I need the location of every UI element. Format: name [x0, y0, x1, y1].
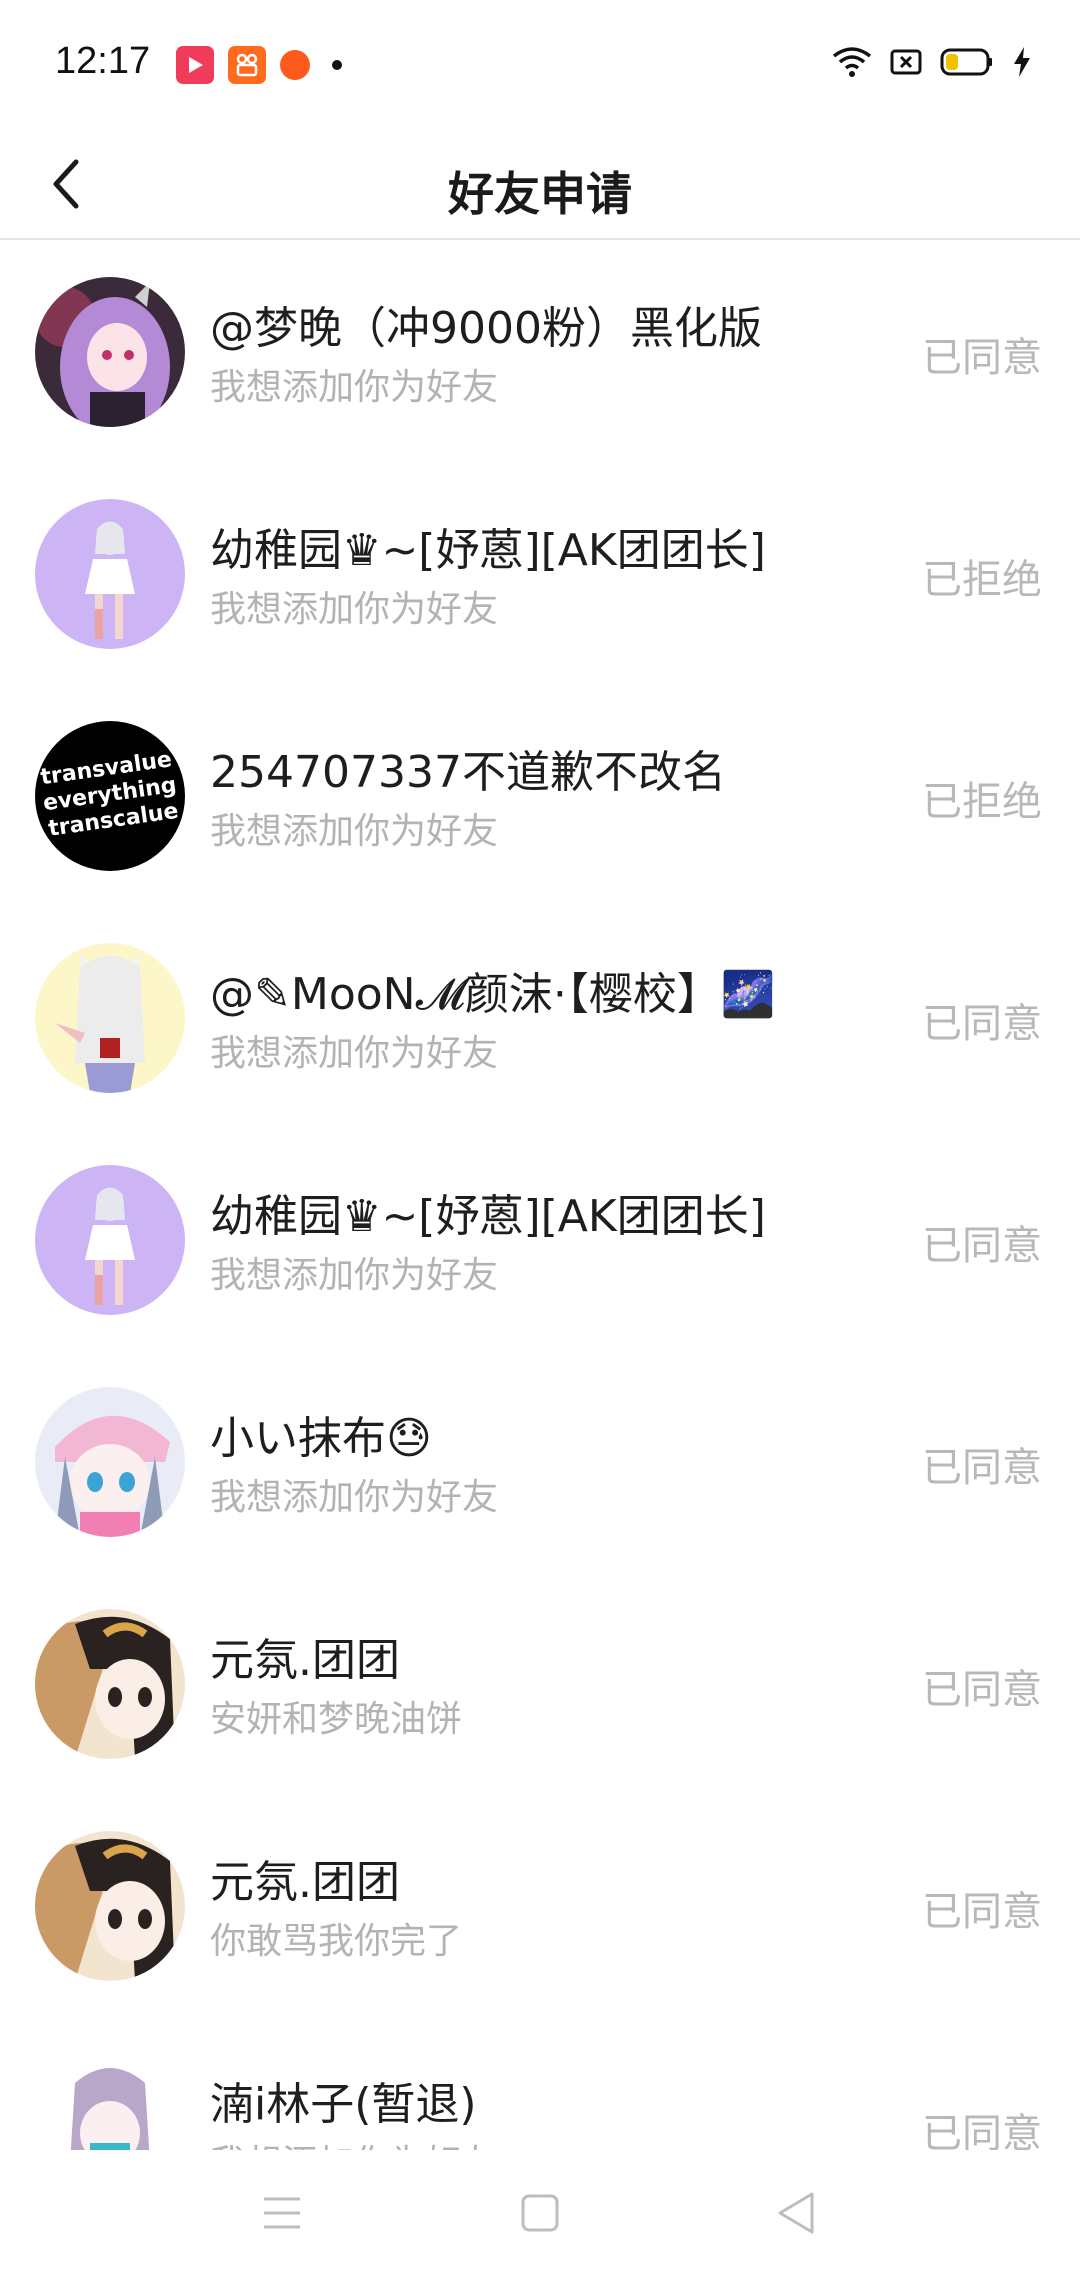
- request-status: 已同意: [922, 335, 1042, 381]
- request-status: 已同意: [922, 1667, 1042, 1713]
- request-message: 安妍和梦晚油饼: [210, 1699, 463, 1740]
- back-nav-button[interactable]: [756, 2178, 836, 2248]
- request-status: 已拒绝: [922, 779, 1042, 825]
- friend-request-row[interactable]: 元氛.团团 安妍和梦晚油饼 已同意: [0, 1572, 1080, 1794]
- requester-name: 小い抹布😓: [210, 1413, 432, 1464]
- friend-request-row[interactable]: 元氛.团团 你敢骂我你完了 已同意: [0, 1794, 1080, 2016]
- friend-request-row[interactable]: @✎MooN𝓜颜沫·【樱校】🌌 我想添加你为好友 已同意: [0, 906, 1080, 1128]
- avatar[interactable]: [35, 277, 185, 427]
- requester-name: @✎MooN𝓜颜沫·【樱校】🌌: [210, 969, 776, 1020]
- friend-request-row[interactable]: 小い抹布😓 我想添加你为好友 已同意: [0, 1350, 1080, 1572]
- friend-request-row[interactable]: 湳i林子(暂退) 我想添加你为好友 已同意: [0, 2016, 1080, 2150]
- avatar[interactable]: [35, 1831, 185, 1981]
- friend-request-row[interactable]: transvalue everything transcalue 2547073…: [0, 684, 1080, 906]
- requester-name: 元氛.团团: [210, 1857, 400, 1908]
- request-status: 已同意: [922, 2111, 1042, 2150]
- friend-request-row[interactable]: 幼稚园♛~[妤蒽][AK团团长] 我想添加你为好友 已拒绝: [0, 462, 1080, 684]
- request-status: 已同意: [922, 1889, 1042, 1935]
- request-message: 我想添加你为好友: [210, 1255, 499, 1296]
- more-notifications-dot: [332, 60, 342, 70]
- request-message: 我想添加你为好友: [210, 2134, 498, 2150]
- no-sim-icon: [890, 49, 922, 75]
- status-time: 12:17: [55, 40, 151, 82]
- request-message: 我想添加你为好友: [210, 367, 499, 408]
- requester-name: 254707337不道歉不改名: [210, 747, 726, 798]
- request-status: 已同意: [922, 1223, 1042, 1269]
- friend-request-row[interactable]: 幼稚园♛~[妤蒽][AK团团长] 我想添加你为好友 已同意: [0, 1128, 1080, 1350]
- avatar[interactable]: [35, 1609, 185, 1759]
- request-status: 已同意: [922, 1445, 1042, 1491]
- status-bar: 12:17: [0, 0, 1080, 130]
- avatar[interactable]: [35, 2053, 185, 2150]
- menu-button[interactable]: [242, 2178, 322, 2248]
- home-button[interactable]: [500, 2178, 580, 2248]
- friend-request-row[interactable]: @梦晚（冲9000粉）黑化版 我想添加你为好友 已同意: [0, 240, 1080, 462]
- request-message: 我想添加你为好友: [210, 811, 499, 852]
- request-message: 我想添加你为好友: [210, 1477, 499, 1518]
- avatar[interactable]: transvalue everything transcalue: [35, 721, 185, 871]
- avatar[interactable]: [35, 1387, 185, 1537]
- avatar[interactable]: [35, 1165, 185, 1315]
- back-triangle-icon: [778, 2192, 814, 2234]
- requester-name: 幼稚园♛~[妤蒽][AK团团长]: [210, 1191, 766, 1242]
- kuaishou-icon: [228, 46, 266, 84]
- home-square-icon: [521, 2194, 559, 2232]
- requester-name: @梦晚（冲9000粉）黑化版: [210, 303, 762, 354]
- friend-request-list[interactable]: @梦晚（冲9000粉）黑化版 我想添加你为好友 已同意 幼稚园♛~[妤蒽][AK…: [0, 240, 1080, 2150]
- request-message: 你敢骂我你完了: [210, 1921, 463, 1962]
- status-system-icons: [832, 46, 1032, 78]
- system-navigation-bar: [0, 2150, 1080, 2280]
- requester-name: 元氛.团团: [210, 1635, 400, 1686]
- request-message: 我想添加你为好友: [210, 589, 499, 630]
- friend-requests-screen: 12:17 好友申请 @梦晚（冲9000粉）黑化版 我想添加你为好友 已同意 幼…: [0, 0, 1080, 2280]
- requester-name: 幼稚园♛~[妤蒽][AK团团长]: [210, 525, 766, 576]
- battery-icon: [940, 48, 992, 76]
- avatar[interactable]: [35, 499, 185, 649]
- status-notification-icons: [176, 46, 342, 84]
- wifi-icon: [832, 47, 872, 77]
- page-title: 好友申请: [448, 167, 632, 221]
- request-status: 已同意: [922, 1001, 1042, 1047]
- request-status: 已拒绝: [922, 557, 1042, 603]
- menu-icon: [264, 2197, 300, 2229]
- weibo-icon: [280, 50, 310, 80]
- request-message: 我想添加你为好友: [210, 1033, 499, 1074]
- avatar[interactable]: [35, 943, 185, 1093]
- charging-icon: [1014, 47, 1030, 77]
- video-app-icon: [176, 46, 214, 84]
- requester-name: 湳i林子(暂退): [210, 2079, 477, 2130]
- app-header: 好友申请: [0, 130, 1080, 240]
